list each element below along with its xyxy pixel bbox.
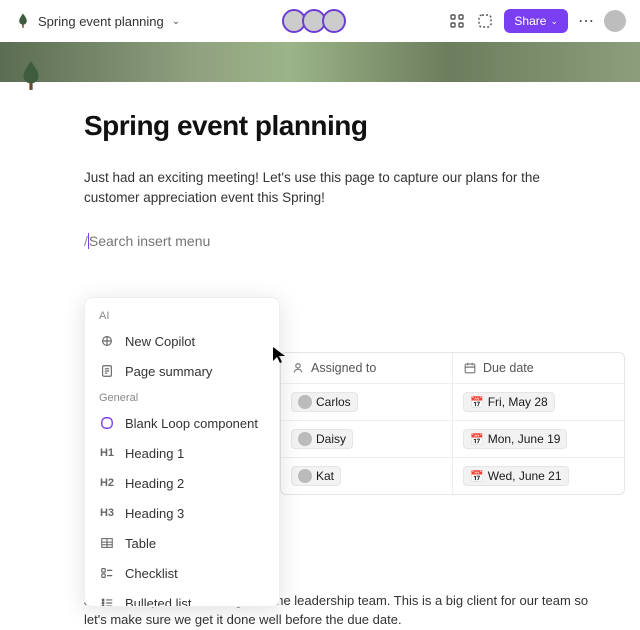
cursor-icon (272, 346, 288, 369)
table-row[interactable]: Kat 📅 Wed, June 21 (281, 458, 624, 494)
grid-icon[interactable] (448, 12, 466, 30)
loop-icon[interactable] (476, 12, 494, 30)
menu-item-heading-3[interactable]: H3 Heading 3 (85, 498, 279, 528)
cell-date[interactable]: 📅 Wed, June 21 (453, 458, 624, 494)
search-input[interactable] (89, 231, 576, 251)
menu-item-label: Heading 1 (125, 446, 265, 461)
col-label: Assigned to (311, 361, 376, 375)
intro-paragraph: Just had an exciting meeting! Let's use … (84, 168, 576, 209)
menu-item-checklist[interactable]: Checklist (85, 558, 279, 588)
cell-assignee[interactable]: Carlos (281, 384, 453, 421)
cell-assignee[interactable]: Daisy (281, 421, 453, 458)
table-row[interactable]: Daisy 📅 Mon, June 19 (281, 421, 624, 458)
menu-item-label: Heading 2 (125, 476, 265, 491)
cover-image (0, 42, 640, 82)
date-pill[interactable]: 📅 Mon, June 19 (463, 429, 567, 449)
person-icon (291, 361, 305, 375)
breadcrumb-title: Spring event planning (38, 14, 164, 29)
menu-item-label: New Copilot (125, 334, 265, 349)
chevron-down-icon: ⌄ (172, 16, 180, 27)
menu-item-label: Table (125, 536, 265, 551)
assignee-name: Carlos (316, 395, 351, 409)
person-pill[interactable]: Daisy (291, 429, 353, 449)
menu-section-general: General (85, 386, 279, 408)
date-text: Wed, June 21 (488, 469, 562, 483)
slash-command-line[interactable]: / (84, 231, 576, 251)
loop-component-icon (99, 415, 115, 431)
cell-date[interactable]: 📅 Fri, May 28 (453, 384, 624, 421)
table-row[interactable]: Carlos 📅 Fri, May 28 (281, 384, 624, 421)
bullet-list-icon (99, 595, 115, 607)
person-pill[interactable]: Carlos (291, 392, 358, 412)
calendar-icon: 📅 (470, 470, 484, 483)
calendar-icon: 📅 (470, 396, 484, 409)
copilot-icon (99, 333, 115, 349)
date-pill[interactable]: 📅 Fri, May 28 (463, 392, 555, 412)
avatar[interactable] (322, 9, 346, 33)
avatar (298, 469, 312, 483)
menu-item-heading-2[interactable]: H2 Heading 2 (85, 468, 279, 498)
menu-item-page-summary[interactable]: Page summary (85, 356, 279, 386)
overflow-menu-icon[interactable]: ⋯ (578, 11, 594, 31)
assignee-name: Daisy (316, 432, 346, 446)
person-pill[interactable]: Kat (291, 466, 341, 486)
summary-icon (99, 363, 115, 379)
menu-item-new-copilot[interactable]: New Copilot (85, 326, 279, 356)
calendar-icon (463, 361, 477, 375)
menu-item-label: Heading 3 (125, 506, 265, 521)
menu-item-label: Checklist (125, 566, 265, 581)
table-icon (99, 535, 115, 551)
col-label: Due date (483, 361, 534, 375)
insert-menu: AI New Copilot Page summary General Blan… (84, 297, 280, 607)
menu-item-label: Blank Loop component (125, 416, 265, 431)
menu-item-blank-loop[interactable]: Blank Loop component (85, 408, 279, 438)
avatar (298, 395, 312, 409)
share-label: Share (514, 14, 546, 28)
menu-item-label: Page summary (125, 364, 265, 379)
menu-item-table[interactable]: Table (85, 528, 279, 558)
user-avatar[interactable] (604, 10, 626, 32)
avatar (298, 432, 312, 446)
cell-assignee[interactable]: Kat (281, 458, 453, 494)
calendar-icon: 📅 (470, 433, 484, 446)
topbar: Spring event planning ⌄ Share ⌄ ⋯ (0, 0, 640, 42)
share-button[interactable]: Share ⌄ (504, 9, 568, 33)
cell-date[interactable]: 📅 Mon, June 19 (453, 421, 624, 458)
menu-item-bulleted-list[interactable]: Bulleted list (85, 588, 279, 607)
h2-icon: H2 (99, 475, 115, 491)
topbar-actions: Share ⌄ ⋯ (448, 9, 626, 33)
presence-avatars[interactable] (282, 9, 346, 33)
date-text: Mon, June 19 (488, 432, 561, 446)
h3-icon: H3 (99, 505, 115, 521)
menu-item-heading-1[interactable]: H1 Heading 1 (85, 438, 279, 468)
table-header-row: Assigned to Due date (281, 353, 624, 384)
date-text: Fri, May 28 (488, 395, 548, 409)
h1-icon: H1 (99, 445, 115, 461)
col-assigned-to[interactable]: Assigned to (281, 353, 453, 384)
page-title: Spring event planning (84, 110, 576, 142)
menu-item-label: Bulleted list (125, 596, 265, 608)
page-content: Spring event planning Just had an exciti… (0, 82, 640, 251)
breadcrumb[interactable]: Spring event planning ⌄ (14, 12, 180, 30)
tasks-table[interactable]: Assigned to Due date Carlos 📅 Fri, May 2… (280, 352, 625, 495)
checklist-icon (99, 565, 115, 581)
tree-icon (14, 12, 32, 30)
assignee-name: Kat (316, 469, 334, 483)
menu-section-ai: AI (85, 304, 279, 326)
date-pill[interactable]: 📅 Wed, June 21 (463, 466, 569, 486)
chevron-down-icon: ⌄ (550, 16, 558, 27)
col-due-date[interactable]: Due date (453, 353, 624, 384)
